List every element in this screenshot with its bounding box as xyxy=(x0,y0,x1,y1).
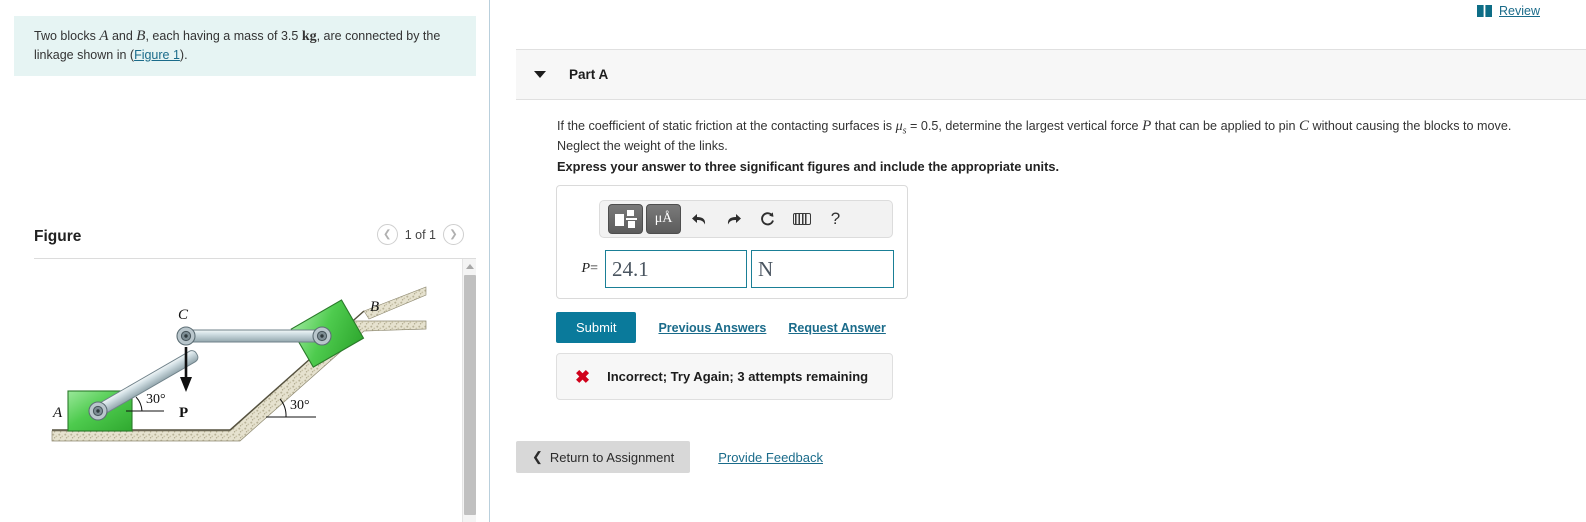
figure-1-link[interactable]: Figure 1 xyxy=(134,48,180,62)
request-answer-link[interactable]: Request Answer xyxy=(788,321,885,335)
link-cb xyxy=(183,329,325,343)
figure-next-button[interactable]: ❯ xyxy=(443,224,464,245)
triangle-up-icon xyxy=(466,263,474,269)
problem-unit-kg: kg xyxy=(301,29,317,44)
answer-label-var: P xyxy=(581,261,591,276)
angle-link-label: 30° xyxy=(146,392,166,407)
redo-button[interactable] xyxy=(718,204,749,234)
units-icon: μÅ xyxy=(654,211,673,226)
figure-pager: ❮ 1 of 1 ❯ xyxy=(376,224,464,245)
feedback-message: Incorrect; Try Again; 3 attempts remaini… xyxy=(607,369,869,384)
angle-arc-a xyxy=(135,396,143,412)
question-part2: = 0.5, determine the largest vertical fo… xyxy=(906,119,1143,133)
bottom-actions: ❮ Return to Assignment Provide Feedback xyxy=(516,441,823,473)
question-part3: that can be applied to pin xyxy=(1151,119,1299,133)
x-mark-icon: ✖ xyxy=(575,366,591,387)
block-a-label: A xyxy=(52,405,63,421)
keyboard-button[interactable] xyxy=(786,204,817,234)
math-template-icon xyxy=(614,210,637,228)
answer-widget: μÅ ? P= 24.1 N xyxy=(556,185,908,299)
linkage-diagram: A B C P 30° 30° xyxy=(51,286,427,442)
right-panel: Review Part A If the coefficient of stat… xyxy=(490,0,1586,522)
answer-instruction: Express your answer to three significant… xyxy=(557,159,1060,174)
caret-down-icon[interactable] xyxy=(534,71,546,78)
submit-row: Submit Previous Answers Request Answer xyxy=(556,312,886,343)
left-panel: Two blocks A and B , each having a mass o… xyxy=(0,0,489,522)
scroll-up-button[interactable] xyxy=(463,259,476,273)
undo-button[interactable] xyxy=(684,204,715,234)
force-p-label: P xyxy=(179,405,188,421)
book-icon xyxy=(1477,5,1492,17)
figure-header: Figure ❮ 1 of 1 ❯ xyxy=(34,224,476,260)
review-label: Review xyxy=(1499,4,1540,18)
undo-icon xyxy=(692,213,706,224)
question-var-c: C xyxy=(1299,118,1310,134)
previous-answers-link[interactable]: Previous Answers xyxy=(658,321,766,335)
angle-incline-label: 30° xyxy=(290,398,310,413)
part-a-header[interactable]: Part A xyxy=(516,49,1586,100)
scrollbar-thumb[interactable] xyxy=(464,275,476,515)
pin-c-label: C xyxy=(178,307,189,323)
problem-text-part4: ). xyxy=(179,47,188,62)
help-button[interactable]: ? xyxy=(820,204,851,234)
question-var-p: P xyxy=(1142,118,1152,134)
problem-text: Two blocks A and B, each having a mass o… xyxy=(34,26,462,64)
feedback-banner: ✖ Incorrect; Try Again; 3 attempts remai… xyxy=(556,353,893,400)
answer-label-eq: = xyxy=(590,261,598,276)
help-icon: ? xyxy=(830,209,841,228)
block-b-label: B xyxy=(370,299,379,315)
page-root: Two blocks A and B , each having a mass o… xyxy=(0,0,1586,522)
figure-title: Figure xyxy=(34,228,82,245)
redo-icon xyxy=(727,213,741,224)
answer-value-input[interactable] xyxy=(605,250,747,288)
problem-text-part2: , each having a mass of 3.5 xyxy=(145,29,302,43)
pin-b xyxy=(312,326,332,346)
part-a-title: Part A xyxy=(569,67,609,82)
problem-text-part1: Two blocks xyxy=(34,29,100,43)
submit-button[interactable]: Submit xyxy=(556,312,637,343)
keyboard-icon xyxy=(792,213,811,225)
math-template-button[interactable] xyxy=(608,204,643,234)
reset-icon xyxy=(761,211,774,225)
answer-unit-input[interactable] xyxy=(751,250,894,288)
reset-button[interactable] xyxy=(752,204,783,234)
pin-a xyxy=(88,401,108,421)
answer-row: P= xyxy=(569,250,894,288)
chevron-left-icon: ❮ xyxy=(383,229,392,240)
chevron-left-icon: ❮ xyxy=(532,449,543,464)
figure-panel: A B C P 30° 30° xyxy=(34,259,476,522)
return-to-assignment-button[interactable]: ❮ Return to Assignment xyxy=(516,441,691,473)
force-p-arrowhead xyxy=(180,377,192,392)
return-label: Return to Assignment xyxy=(549,449,675,465)
figure-page-label: 1 of 1 xyxy=(404,227,436,242)
figure-prev-button[interactable]: ❮ xyxy=(376,224,398,245)
answer-label: P= xyxy=(569,261,605,277)
review-link[interactable]: Review xyxy=(1477,4,1540,18)
question-text: If the coefficient of static friction at… xyxy=(557,116,1557,156)
provide-feedback-link[interactable]: Provide Feedback xyxy=(718,450,823,465)
units-button[interactable]: μÅ xyxy=(646,204,681,234)
math-toolbar: μÅ ? xyxy=(599,200,893,238)
problem-text-and: and xyxy=(108,29,137,43)
figure-scrollbar[interactable] xyxy=(462,259,476,522)
pin-c xyxy=(176,326,196,346)
problem-statement: Two blocks A and B, each having a mass o… xyxy=(14,16,476,76)
question-mu-symbol: μ xyxy=(895,119,903,134)
chevron-right-icon: ❯ xyxy=(449,229,458,240)
question-part1: If the coefficient of static friction at… xyxy=(557,119,896,133)
